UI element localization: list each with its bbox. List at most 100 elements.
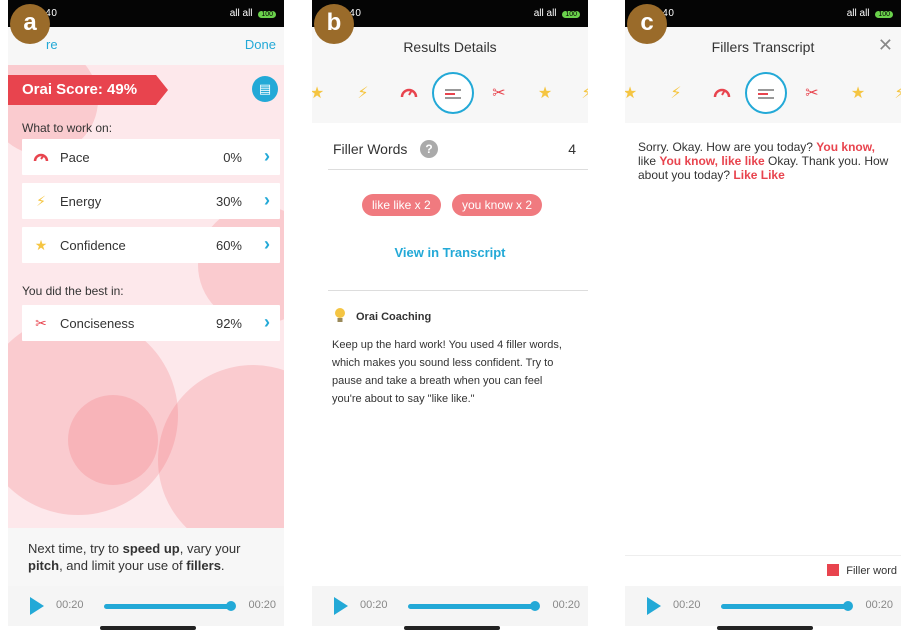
panel-c-fillers-transcript: :40 all all 100 c Fillers Transcript ✕ ★…: [625, 0, 901, 630]
transcript-text: Sorry. Okay. How are you today? You know…: [638, 140, 893, 182]
coaching-text: Keep up the hard work! You used 4 filler…: [332, 339, 562, 405]
metric-tab-strip: ★ ⚡ ✂ ★ ⚡: [625, 65, 901, 123]
metric-row-conciseness[interactable]: ✂ Conciseness 92% ›: [22, 305, 280, 341]
battery-icon: 100: [875, 11, 893, 18]
filler-highlight: Like Like: [733, 168, 785, 182]
panel-a-score-summary: :40 all all 100 a re Done Orai Score: 49…: [8, 0, 284, 630]
filler-lines-icon[interactable]: [432, 72, 474, 114]
panel-label-b: b: [314, 4, 354, 44]
lightning-icon[interactable]: ⚡: [665, 83, 687, 103]
stars-icon[interactable]: ★: [534, 83, 556, 103]
play-icon[interactable]: [647, 597, 661, 615]
lightning-icon[interactable]: ⚡: [576, 83, 588, 103]
lightning-icon[interactable]: ⚡: [889, 83, 901, 103]
filler-chip[interactable]: like like x 2: [362, 194, 441, 216]
done-button[interactable]: Done: [245, 37, 276, 52]
panel-label-a: a: [10, 4, 50, 44]
close-icon[interactable]: ✕: [878, 35, 893, 56]
scissors-icon[interactable]: ✂: [488, 83, 510, 103]
coaching-title: Orai Coaching: [356, 311, 432, 323]
divider: [328, 290, 588, 291]
back-link[interactable]: re: [46, 37, 58, 52]
view-transcript-link[interactable]: View in Transcript: [312, 245, 588, 260]
lightbulb-icon: [334, 308, 346, 324]
stars-icon[interactable]: ★: [312, 83, 328, 103]
metric-row-energy[interactable]: ⚡ Energy 30% ›: [22, 183, 280, 219]
filler-words-header: Filler Words ? 4: [328, 132, 588, 170]
speedometer-icon: [32, 148, 50, 166]
metric-label: Confidence: [60, 238, 126, 253]
filler-count: 4: [568, 141, 576, 157]
player-end-time: 00:20: [248, 599, 276, 611]
home-indicator[interactable]: [717, 626, 813, 630]
score-banner: Orai Score: 49%: [8, 75, 168, 105]
scissors-icon[interactable]: ✂: [801, 83, 823, 103]
progress-track[interactable]: [721, 604, 849, 609]
metric-tab-strip: ★ ⚡ ✂ ★ ⚡: [312, 65, 588, 123]
metric-row-confidence[interactable]: ★ Confidence 60% ›: [22, 227, 280, 263]
play-icon[interactable]: [30, 597, 44, 615]
stars-icon: ★: [34, 237, 48, 253]
metric-value: 92%: [215, 316, 242, 331]
tip-speed: speed up: [122, 541, 180, 556]
page-title: Fillers Transcript: [711, 39, 815, 55]
filler-chip[interactable]: you know x 2: [452, 194, 543, 216]
legend: Filler word: [625, 555, 901, 585]
metric-label: Pace: [60, 150, 90, 165]
next-time-tip: Next time, try to speed up, vary your pi…: [8, 528, 284, 586]
panel-b-results-details: :40 all all 100 b Results Details ★ ⚡ ✂ …: [312, 0, 588, 630]
home-indicator[interactable]: [404, 626, 500, 630]
home-indicator[interactable]: [100, 626, 196, 630]
filler-highlight: You know,: [816, 140, 875, 154]
tip-text: , and limit your use of: [59, 558, 187, 573]
decor-bubble: [68, 395, 158, 485]
metric-label: Conciseness: [60, 316, 135, 331]
work-on-heading: What to work on:: [22, 121, 113, 135]
signal-icon: all all: [533, 8, 557, 19]
panel-label-c: c: [627, 4, 667, 44]
metric-row-pace[interactable]: Pace 0% ›: [22, 139, 280, 175]
metric-value: 30%: [215, 194, 242, 209]
filler-lines-icon[interactable]: [745, 72, 787, 114]
nav-bar: Results Details: [312, 27, 588, 65]
chevron-right-icon: ›: [264, 234, 270, 254]
status-icons: all all 100: [847, 8, 893, 19]
scissors-icon: ✂: [35, 315, 47, 331]
page-title: Results Details: [403, 39, 497, 55]
help-icon[interactable]: ?: [420, 140, 438, 158]
chevron-right-icon: ›: [264, 146, 270, 166]
signal-icon: all all: [229, 8, 253, 19]
best-in-heading: You did the best in:: [22, 284, 124, 298]
tip-pitch: pitch: [28, 558, 60, 573]
transcript-segment: Sorry. Okay. How are you today?: [638, 140, 817, 154]
player-end-time: 00:20: [552, 599, 580, 611]
filler-legend-swatch: [827, 564, 839, 576]
tip-fillers: fillers: [186, 558, 221, 573]
audio-player: 00:20 00:20: [312, 586, 588, 626]
player-start-time: 00:20: [56, 599, 84, 611]
report-button[interactable]: ▤: [252, 76, 278, 102]
chevron-right-icon: ›: [264, 190, 270, 210]
speedometer-icon[interactable]: [398, 83, 420, 104]
stars-icon[interactable]: ★: [625, 83, 641, 103]
speedometer-icon[interactable]: [711, 83, 733, 104]
progress-track[interactable]: [408, 604, 536, 609]
play-icon[interactable]: [334, 597, 348, 615]
progress-handle[interactable]: [226, 601, 236, 611]
progress-handle[interactable]: [843, 601, 853, 611]
progress-handle[interactable]: [530, 601, 540, 611]
audio-player: 00:20 00:20: [8, 586, 284, 626]
signal-icon: all all: [846, 8, 870, 19]
lightning-icon[interactable]: ⚡: [352, 83, 374, 103]
nav-bar: re Done: [8, 27, 284, 65]
stars-icon[interactable]: ★: [847, 83, 869, 103]
progress-track[interactable]: [104, 604, 232, 609]
decor-bubble: [158, 365, 284, 528]
audio-player: 00:20 00:20: [625, 586, 901, 626]
document-icon: ▤: [258, 81, 272, 96]
lightning-icon: ⚡: [36, 193, 46, 209]
nav-bar: Fillers Transcript ✕: [625, 27, 901, 65]
player-end-time: 00:20: [865, 599, 893, 611]
tip-text: .: [220, 558, 225, 573]
chevron-right-icon: ›: [264, 312, 270, 332]
